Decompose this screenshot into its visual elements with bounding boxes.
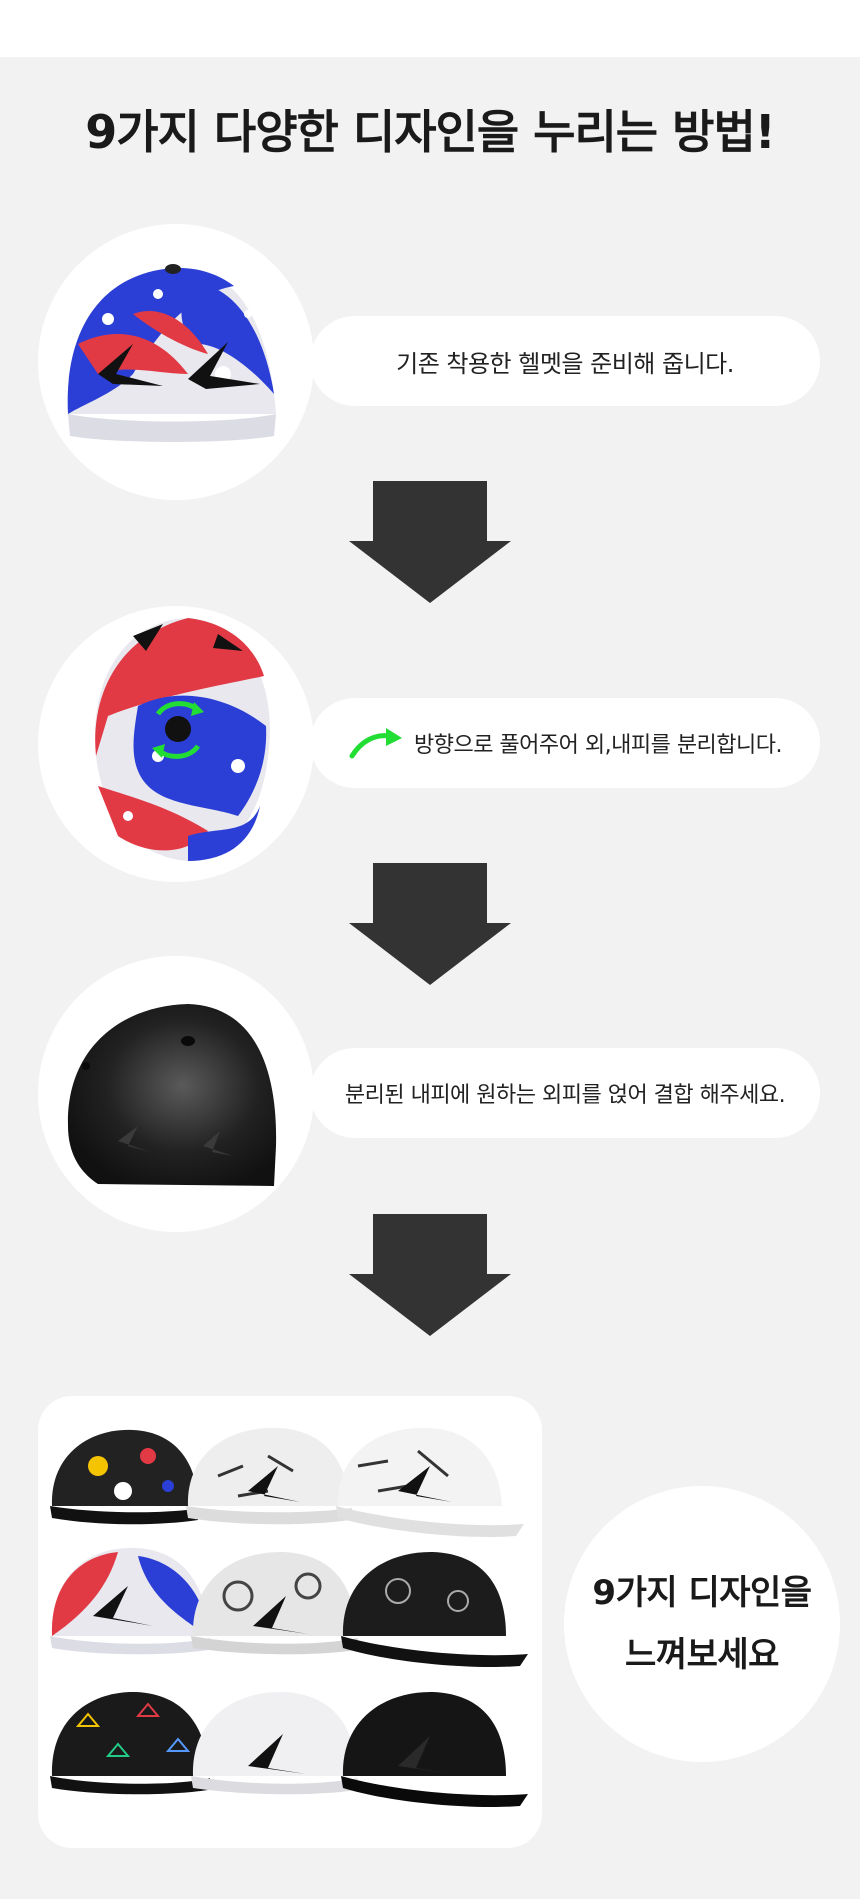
cap-splatter-black	[50, 1429, 200, 1525]
helmet-shell-image	[67, 1004, 277, 1186]
cap-front-image	[67, 264, 276, 442]
cap-black-colorful-pattern	[50, 1691, 210, 1795]
cap-white-graphic-2	[336, 1427, 524, 1538]
down-arrow-icon	[349, 1214, 511, 1336]
final-message-circle: 9가지 디자인을 느껴보세요	[564, 1486, 840, 1762]
cap-black-pattern	[341, 1551, 528, 1668]
step2-image-circle	[38, 606, 314, 882]
cap-white-graphic-1	[186, 1427, 352, 1525]
nine-designs-image-card	[38, 1396, 542, 1848]
step1-image-circle	[38, 224, 314, 500]
nine-caps-image	[50, 1427, 528, 1808]
step1-text: 기존 착용한 헬멧을 준비해 줍니다.	[396, 349, 734, 378]
step3-text: 분리된 내피에 원하는 외피를 얹어 결합 해주세요.	[344, 1083, 786, 1108]
rotate-arrow-icon	[349, 728, 402, 759]
final-line2: 느껴보세요	[625, 1635, 779, 1675]
step1-instruction: 기존 착용한 헬멧을 준비해 줍니다.	[310, 316, 820, 406]
step2-text: 방향으로 풀어주어 외,내피를 분리합니다.	[413, 733, 783, 758]
cap-plain-black	[341, 1691, 528, 1808]
down-arrow-icon	[349, 481, 511, 603]
page: 9가지 다양한 디자인을 누리는 방법! 기존 착용한 헬멧을 준비해 줍니다.	[0, 0, 860, 1899]
cap-top-image	[94, 618, 270, 861]
step2-instruction: 방향으로 풀어주어 외,내피를 분리합니다.	[310, 698, 820, 788]
down-arrow-icon	[349, 863, 511, 985]
cap-plain-white	[191, 1691, 358, 1795]
cap-blue-red-white	[50, 1547, 210, 1655]
cap-white-pattern	[191, 1551, 358, 1655]
step3-instruction: 분리된 내피에 원하는 외피를 얹어 결합 해주세요.	[310, 1048, 820, 1138]
step3-image-circle	[38, 956, 314, 1232]
final-line1: 9가지 디자인을	[592, 1573, 812, 1613]
page-title: 9가지 다양한 디자인을 누리는 방법!	[85, 105, 776, 159]
